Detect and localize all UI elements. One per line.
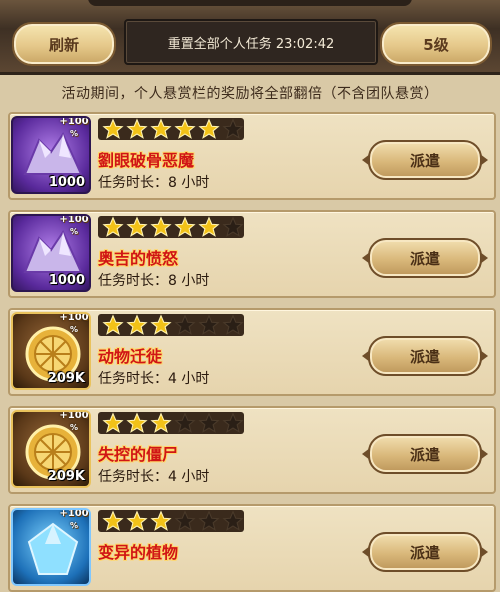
- dispatch-button[interactable]: 派遣: [362, 238, 488, 278]
- star-rating: [98, 510, 244, 532]
- quest-name: 动物迁徙: [98, 347, 163, 366]
- bonus-pct: %: [69, 423, 78, 432]
- star-empty-icon: [222, 412, 244, 434]
- quest-name: 奥吉的愤怒: [98, 249, 179, 268]
- duration-label: 任务时长：: [98, 273, 168, 289]
- star-rating: [98, 412, 244, 434]
- bonus-pct: %: [69, 521, 78, 530]
- star-empty-icon: [222, 314, 244, 336]
- level-button[interactable]: 5级: [380, 22, 492, 66]
- star-rating: [98, 314, 244, 336]
- blue-gem-icon[interactable]: +100%: [11, 508, 91, 586]
- star-rating: [98, 118, 244, 140]
- star-filled-icon: [174, 216, 196, 238]
- quest-row: +100% 209K 动物迁徙 任务时长：4 小时 派遣: [8, 308, 496, 396]
- gold-coin-icon[interactable]: +100% 209K: [11, 410, 91, 488]
- duration-label: 任务时长：: [98, 469, 168, 485]
- bonus-badge: +100%: [57, 214, 89, 242]
- star-filled-icon: [126, 314, 148, 336]
- duration-value: 4 小时: [168, 469, 210, 485]
- refresh-button[interactable]: 刷新: [12, 22, 116, 66]
- star-filled-icon: [102, 118, 124, 140]
- bonus-pct: %: [69, 325, 78, 334]
- top-ornament: [88, 0, 412, 6]
- star-filled-icon: [150, 412, 172, 434]
- bonus-pct: %: [69, 227, 78, 236]
- bonus-text: +100: [59, 508, 89, 519]
- reset-timer: 重置全部个人任务 23:02:42: [124, 19, 378, 65]
- star-empty-icon: [174, 510, 196, 532]
- dispatch-button[interactable]: 派遣: [362, 140, 488, 180]
- quest-row: +100% 1000 劉眼破骨恶魔 任务时长：8 小时 派遣: [8, 112, 496, 200]
- star-filled-icon: [150, 314, 172, 336]
- bonus-badge: +100%: [57, 508, 89, 536]
- star-rating: [98, 216, 244, 238]
- star-filled-icon: [102, 412, 124, 434]
- reward-quantity: 1000: [48, 273, 85, 288]
- bonus-text: +100: [59, 116, 89, 127]
- quest-row: +100% 变异的植物 派遣: [8, 504, 496, 592]
- reward-quantity: 209K: [47, 371, 85, 386]
- star-empty-icon: [174, 412, 196, 434]
- dispatch-button[interactable]: 派遣: [362, 336, 488, 376]
- star-filled-icon: [102, 510, 124, 532]
- quest-name: 劉眼破骨恶魔: [98, 151, 195, 170]
- quest-name: 失控的僵尸: [98, 445, 179, 464]
- quest-duration: 任务时长：4 小时: [98, 368, 209, 388]
- duration-label: 任务时长：: [98, 175, 168, 191]
- star-filled-icon: [126, 216, 148, 238]
- quest-duration: 任务时长：8 小时: [98, 270, 209, 290]
- duration-label: 任务时长：: [98, 371, 168, 387]
- star-filled-icon: [150, 510, 172, 532]
- star-filled-icon: [102, 216, 124, 238]
- top-bar: 刷新 重置全部个人任务 23:02:42 5级: [0, 0, 500, 75]
- bonus-badge: +100%: [57, 116, 89, 144]
- quest-duration: 任务时长：4 小时: [98, 466, 209, 486]
- star-empty-icon: [198, 510, 220, 532]
- dispatch-button[interactable]: 派遣: [362, 434, 488, 474]
- star-filled-icon: [198, 216, 220, 238]
- bonus-pct: %: [69, 129, 78, 138]
- purple-crystal-icon[interactable]: +100% 1000: [11, 116, 91, 194]
- bonus-text: +100: [59, 410, 89, 421]
- quest-name: 变异的植物: [98, 543, 179, 562]
- star-empty-icon: [222, 118, 244, 140]
- event-notice: 活动期间，个人悬赏栏的奖励将全部翻倍（不含团队悬赏）: [61, 86, 439, 102]
- bonus-text: +100: [59, 214, 89, 225]
- bonus-badge: +100%: [57, 410, 89, 438]
- star-filled-icon: [150, 118, 172, 140]
- quest-duration: 任务时长：8 小时: [98, 172, 209, 192]
- star-empty-icon: [222, 216, 244, 238]
- star-empty-icon: [222, 510, 244, 532]
- star-filled-icon: [126, 510, 148, 532]
- purple-crystal-icon[interactable]: +100% 1000: [11, 214, 91, 292]
- star-empty-icon: [174, 314, 196, 336]
- reward-quantity: 1000: [48, 175, 85, 190]
- star-filled-icon: [126, 118, 148, 140]
- duration-value: 8 小时: [168, 175, 210, 191]
- star-filled-icon: [174, 118, 196, 140]
- bonus-badge: +100%: [57, 312, 89, 340]
- gold-coin-icon[interactable]: +100% 209K: [11, 312, 91, 390]
- bonus-text: +100: [59, 312, 89, 323]
- star-filled-icon: [150, 216, 172, 238]
- star-filled-icon: [198, 118, 220, 140]
- reward-quantity: 209K: [47, 469, 85, 484]
- duration-value: 4 小时: [168, 371, 210, 387]
- star-empty-icon: [198, 412, 220, 434]
- quest-row: +100% 209K 失控的僵尸 任务时长：4 小时 派遣: [8, 406, 496, 494]
- quest-row: +100% 1000 奥吉的愤怒 任务时长：8 小时 派遣: [8, 210, 496, 298]
- star-filled-icon: [126, 412, 148, 434]
- star-filled-icon: [102, 314, 124, 336]
- star-empty-icon: [198, 314, 220, 336]
- dispatch-button[interactable]: 派遣: [362, 532, 488, 572]
- duration-value: 8 小时: [168, 273, 210, 289]
